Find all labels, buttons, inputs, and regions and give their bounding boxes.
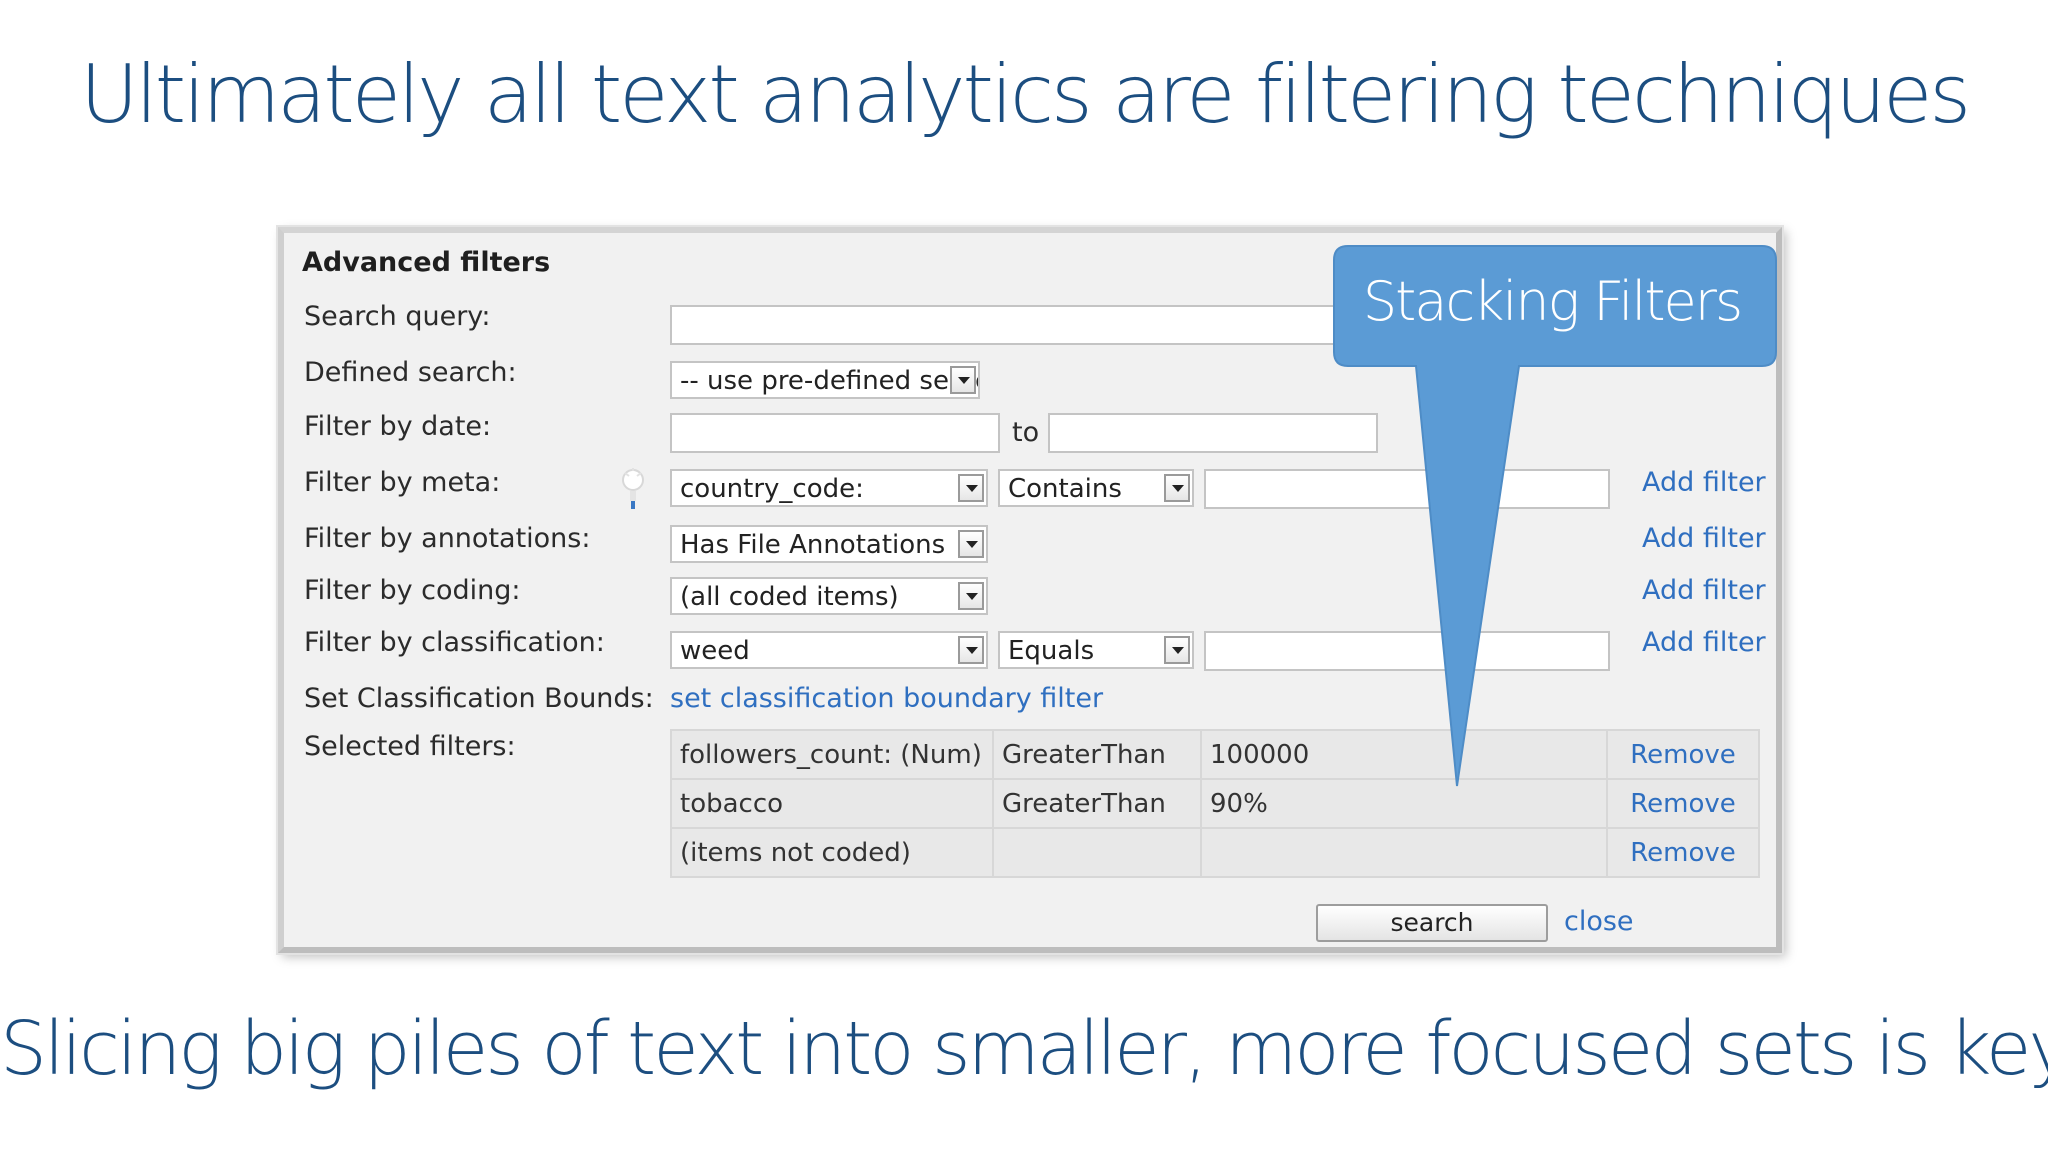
filter-field-cell: tobacco	[670, 778, 994, 829]
filter-value-cell	[1200, 827, 1608, 878]
filter-operator-cell: GreaterThan	[992, 778, 1202, 829]
coding-select[interactable]: (all coded items)	[670, 577, 988, 615]
set-classification-bounds-label: Set Classification Bounds:	[304, 683, 654, 714]
lightbulb-icon[interactable]	[620, 467, 646, 511]
meta-operator-select[interactable]: Contains	[998, 469, 1194, 507]
chevron-down-icon	[958, 636, 984, 664]
filter-operator-cell: GreaterThan	[992, 729, 1202, 780]
chevron-down-icon	[958, 582, 984, 610]
search-button[interactable]: search	[1316, 904, 1548, 942]
date-to-label: to	[1012, 417, 1040, 448]
filter-by-annotations-label: Filter by annotations:	[304, 523, 591, 554]
panel-title: Advanced filters	[302, 247, 551, 278]
filter-by-classification-label: Filter by classification:	[304, 627, 605, 658]
defined-search-value: -- use pre-defined search -	[680, 366, 978, 396]
classification-operator-value: Equals	[1008, 636, 1095, 666]
selected-filters-label: Selected filters:	[304, 731, 516, 762]
classification-boundary-link[interactable]: set classification boundary filter	[670, 683, 1103, 714]
filter-field-cell: followers_count: (Num)	[670, 729, 994, 780]
meta-field-value: country_code:	[680, 474, 864, 504]
date-from-input[interactable]	[670, 413, 1000, 453]
chevron-down-icon	[1164, 636, 1190, 664]
table-row: (items not coded) Remove	[670, 827, 1760, 878]
callout-label: Stacking Filters	[1362, 270, 1743, 333]
chevron-down-icon	[950, 366, 976, 394]
meta-field-select[interactable]: country_code:	[670, 469, 988, 507]
search-query-input[interactable]	[670, 305, 1370, 345]
chevron-down-icon	[958, 474, 984, 502]
filter-by-coding-label: Filter by coding:	[304, 575, 521, 606]
annotations-select[interactable]: Has File Annotations	[670, 525, 988, 563]
annotations-value: Has File Annotations	[680, 530, 946, 560]
defined-search-label: Defined search:	[304, 357, 517, 388]
remove-cell: Remove	[1606, 827, 1760, 878]
classification-field-select[interactable]: weed	[670, 631, 988, 669]
remove-filter-link[interactable]: Remove	[1630, 838, 1736, 868]
search-query-label: Search query:	[304, 301, 491, 332]
filter-by-meta-label: Filter by meta:	[304, 467, 501, 498]
slide-title: Ultimately all text analytics are filter…	[80, 48, 1971, 141]
classification-operator-select[interactable]: Equals	[998, 631, 1194, 669]
filter-field-cell: (items not coded)	[670, 827, 994, 878]
classification-field-value: weed	[680, 636, 750, 666]
defined-search-select[interactable]: -- use pre-defined search -	[670, 361, 980, 399]
chevron-down-icon	[1164, 474, 1190, 502]
close-link[interactable]: close	[1564, 906, 1634, 937]
chevron-down-icon	[958, 530, 984, 558]
coding-value: (all coded items)	[680, 582, 899, 612]
filter-by-date-label: Filter by date:	[304, 411, 492, 442]
slide-subtitle: Slicing big piles of text into smaller, …	[0, 1006, 2048, 1092]
meta-operator-value: Contains	[1008, 474, 1122, 504]
filter-operator-cell	[992, 827, 1202, 878]
